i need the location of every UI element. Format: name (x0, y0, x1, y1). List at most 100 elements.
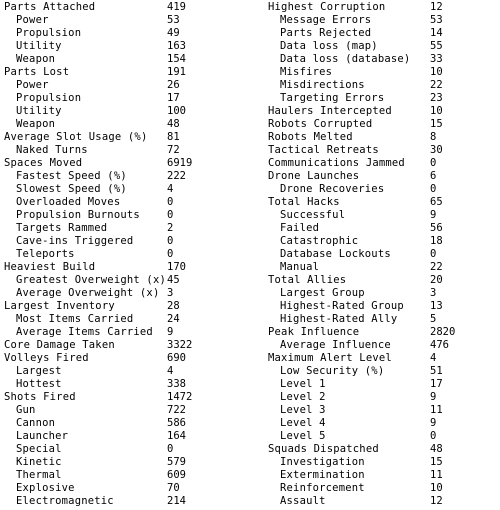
stat-value: 3322 (167, 339, 193, 351)
stat-value: 11 (430, 469, 443, 481)
stat-label: Low Security (%) (280, 365, 385, 377)
stat-row: Drone Launches 6 (268, 170, 500, 183)
stat-value: 14 (430, 27, 443, 39)
stat-value: 4 (430, 352, 437, 364)
stat-value: 48 (430, 443, 443, 455)
stat-value: 55 (430, 40, 443, 52)
stat-label: Successful (280, 209, 346, 221)
stat-subrow: Parts Rejected 14 (268, 27, 500, 40)
stat-subrow: Data loss (database) 33 (268, 53, 500, 66)
stat-row: Average Slot Usage (%) 81 (4, 131, 254, 144)
stat-label: Robots Corrupted (268, 118, 373, 130)
stat-label: Largest Inventory (4, 300, 115, 312)
stat-value: 53 (430, 14, 443, 26)
stat-label: Fastest Speed (%) (16, 170, 127, 182)
stat-value: 100 (167, 105, 186, 117)
stat-subrow: Largest Group 3 (268, 287, 500, 300)
stat-label: Robots Melted (268, 131, 353, 143)
stat-subrow: Manual 22 (268, 261, 500, 274)
stat-label: Thermal (16, 469, 62, 481)
stat-subrow: Utility 100 (4, 105, 254, 118)
stat-label: Total Hacks (268, 196, 340, 208)
stat-label: Assault (280, 495, 326, 507)
stat-value: 9 (430, 391, 437, 403)
stat-label: Misfires (280, 66, 333, 78)
stat-label: Teleports (16, 248, 75, 260)
stat-label: Extermination (280, 469, 365, 481)
stat-value: 26 (167, 79, 180, 91)
stat-label: Largest Group (280, 287, 365, 299)
stat-value: 0 (167, 443, 174, 455)
stat-value: 6919 (167, 157, 193, 169)
stat-subrow: Teleports 0 (4, 248, 254, 261)
stat-value: 191 (167, 66, 186, 78)
stat-label: Data loss (database) (280, 53, 411, 65)
stat-row: Core Damage Taken 3322 (4, 339, 254, 352)
stat-subrow: Highest-Rated Ally 5 (268, 313, 500, 326)
stat-subrow: Special 0 (4, 443, 254, 456)
stat-label: Launcher (16, 430, 69, 442)
stat-row: Largest Inventory 28 (4, 300, 254, 313)
stat-label: Core Damage Taken (4, 339, 115, 351)
stat-label: Parts Attached (4, 1, 96, 13)
stat-value: 9 (430, 209, 437, 221)
stat-value: 609 (167, 469, 186, 481)
stat-label: Greatest Overweight (x) (16, 274, 166, 286)
stat-value: 23 (430, 92, 443, 104)
stat-value: 28 (167, 300, 180, 312)
stat-label: Reinforcement (280, 482, 365, 494)
stat-subrow: Weapon 154 (4, 53, 254, 66)
stat-label: Cave-ins Triggered (16, 235, 134, 247)
stat-value: 20 (430, 274, 443, 286)
stat-label: Spaces Moved (4, 157, 83, 169)
stat-label: Slowest Speed (%) (16, 183, 127, 195)
stat-subrow: Highest-Rated Group 13 (268, 300, 500, 313)
stat-label: Power (16, 79, 49, 91)
stat-subrow: Level 2 9 (268, 391, 500, 404)
stat-value: 33 (430, 53, 443, 65)
stat-row: Spaces Moved 6919 (4, 157, 254, 170)
stat-value: 12 (430, 495, 443, 507)
stat-value: 10 (430, 105, 443, 117)
stat-subrow: Level 3 11 (268, 404, 500, 417)
stat-value: 11 (430, 404, 443, 416)
stat-subrow: Fastest Speed (%) 222 (4, 170, 254, 183)
stat-value: 30 (430, 144, 443, 156)
stat-value: 8 (430, 131, 437, 143)
stat-value: 4 (167, 183, 174, 195)
stat-label: Highest-Rated Ally (280, 313, 398, 325)
stat-subrow: Naked Turns 72 (4, 144, 254, 157)
stat-subrow: Reinforcement 10 (268, 482, 500, 495)
stat-label: Average Influence (280, 339, 391, 351)
stat-value: 5 (430, 313, 437, 325)
stat-label: Utility (16, 105, 62, 117)
stat-value: 1472 (167, 391, 193, 403)
stat-label: Electromagnetic (16, 495, 114, 507)
stat-row: Haulers Intercepted 10 (268, 105, 500, 118)
stat-value: 170 (167, 261, 186, 273)
stat-value: 17 (430, 378, 443, 390)
stat-label: Database Lockouts (280, 248, 391, 260)
stat-subrow: Cave-ins Triggered 0 (4, 235, 254, 248)
stat-row: Squads Dispatched 48 (268, 443, 500, 456)
stat-label: Special (16, 443, 62, 455)
stat-subrow: Database Lockouts 0 (268, 248, 500, 261)
stat-row: Peak Influence 2820 (268, 326, 500, 339)
stat-value: 0 (430, 183, 437, 195)
stat-label: Level 5 (280, 430, 326, 442)
stat-subrow: Low Security (%) 51 (268, 365, 500, 378)
stat-label: Cannon (16, 417, 56, 429)
stat-label: Tactical Retreats (268, 144, 379, 156)
stat-label: Overloaded Moves (16, 196, 121, 208)
stat-subrow: Extermination 11 (268, 469, 500, 482)
stat-value: 65 (430, 196, 443, 208)
stat-label: Drone Recoveries (280, 183, 385, 195)
stat-value: 53 (167, 14, 180, 26)
stat-value: 722 (167, 404, 186, 416)
stat-subrow: Thermal 609 (4, 469, 254, 482)
stat-label: Volleys Fired (4, 352, 89, 364)
stat-value: 9 (167, 326, 174, 338)
stat-value: 13 (430, 300, 443, 312)
stat-value: 4 (167, 365, 174, 377)
stat-subrow: Largest 4 (4, 365, 254, 378)
